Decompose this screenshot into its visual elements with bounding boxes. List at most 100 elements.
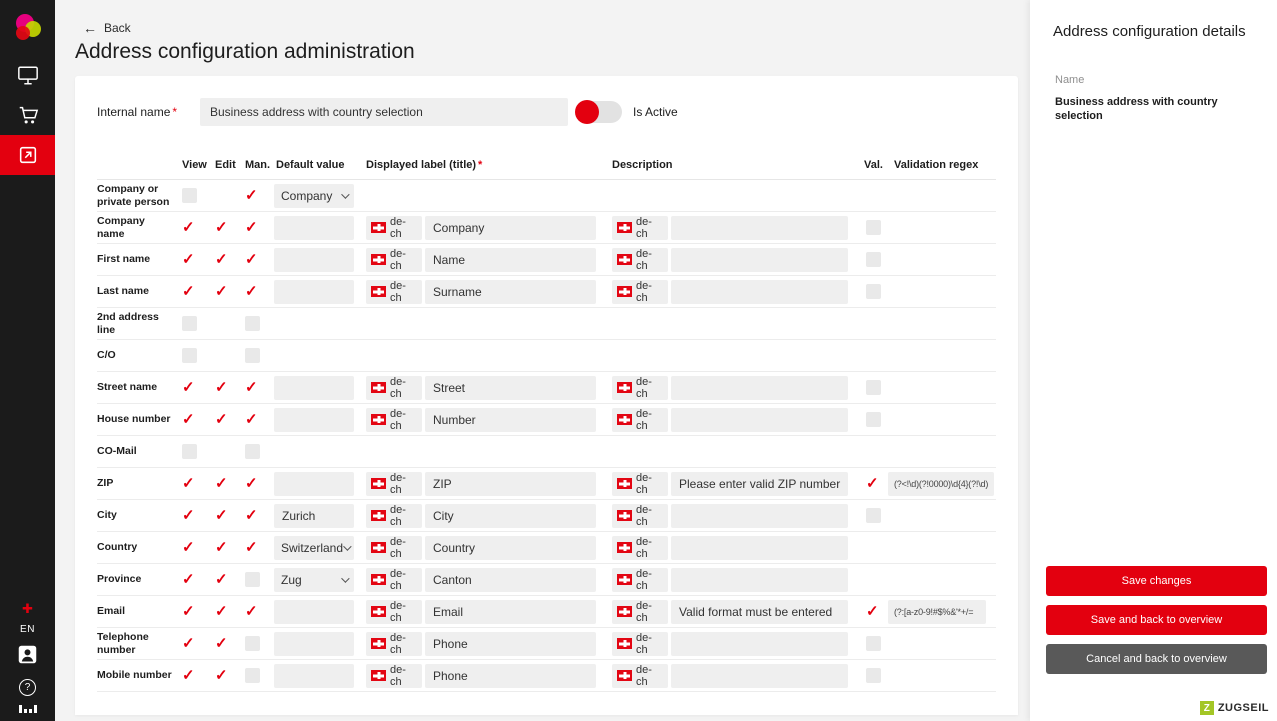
displayed-label-input[interactable]: Surname <box>425 279 596 304</box>
edit-checkmark-icon[interactable]: ✓ <box>215 252 228 267</box>
val-checkbox[interactable] <box>866 220 881 235</box>
validation-regex-input[interactable]: (?:[a-z0-9!#$%&'*+/= <box>888 599 986 624</box>
view-checkmark-icon[interactable]: ✓ <box>182 636 195 651</box>
view-checkmark-icon[interactable]: ✓ <box>182 540 195 555</box>
description-input[interactable] <box>671 279 848 304</box>
view-checkmark-icon[interactable]: ✓ <box>182 476 195 491</box>
man-checkmark-icon[interactable]: ✓ <box>245 412 258 427</box>
view-checkmark-icon[interactable]: ✓ <box>182 284 195 299</box>
edit-checkmark-icon[interactable]: ✓ <box>215 508 228 523</box>
displayed-label-input[interactable]: City <box>425 503 596 528</box>
man-checkbox[interactable] <box>245 636 260 651</box>
view-checkmark-icon[interactable]: ✓ <box>182 508 195 523</box>
default-value-input[interactable] <box>274 215 354 240</box>
man-checkmark-icon[interactable]: ✓ <box>245 604 258 619</box>
man-checkbox[interactable] <box>245 572 260 587</box>
sidebar-item-desktop[interactable] <box>0 55 55 95</box>
val-checkmark-icon[interactable]: ✓ <box>866 476 879 491</box>
val-checkbox[interactable] <box>866 636 881 651</box>
view-checkmark-icon[interactable]: ✓ <box>182 572 195 587</box>
displayed-label-input[interactable]: Country <box>425 535 596 560</box>
description-input[interactable] <box>671 247 848 272</box>
man-checkbox[interactable] <box>245 316 260 331</box>
edit-checkmark-icon[interactable]: ✓ <box>215 668 228 683</box>
val-checkbox[interactable] <box>866 412 881 427</box>
displayed-label-input[interactable]: Phone <box>425 663 596 688</box>
edit-checkmark-icon[interactable]: ✓ <box>215 604 228 619</box>
displayed-label-input[interactable]: Number <box>425 407 596 432</box>
default-value-input[interactable] <box>274 247 354 272</box>
view-checkmark-icon[interactable]: ✓ <box>182 220 195 235</box>
val-checkbox[interactable] <box>866 508 881 523</box>
man-checkmark-icon[interactable]: ✓ <box>245 188 258 203</box>
default-value-input[interactable] <box>274 471 354 496</box>
internal-name-input[interactable]: Business address with country selection <box>200 98 568 126</box>
default-value-input[interactable] <box>274 407 354 432</box>
sidebar-item-admin-active[interactable] <box>0 135 55 175</box>
val-checkbox[interactable] <box>866 284 881 299</box>
description-input[interactable] <box>671 407 848 432</box>
displayed-label-input[interactable]: Email <box>425 599 596 624</box>
man-checkbox[interactable] <box>245 444 260 459</box>
man-checkmark-icon[interactable]: ✓ <box>245 476 258 491</box>
description-input[interactable]: Please enter valid ZIP number <box>671 471 848 496</box>
description-input[interactable] <box>671 631 848 656</box>
default-value-input[interactable] <box>274 375 354 400</box>
cancel-back-button[interactable]: Cancel and back to overview <box>1046 644 1267 674</box>
man-checkmark-icon[interactable]: ✓ <box>245 220 258 235</box>
description-input[interactable] <box>671 663 848 688</box>
sidebar-item-shop[interactable] <box>0 95 55 135</box>
view-checkmark-icon[interactable]: ✓ <box>182 668 195 683</box>
description-input[interactable] <box>671 503 848 528</box>
displayed-label-input[interactable]: Company <box>425 215 596 240</box>
description-input[interactable] <box>671 567 848 592</box>
default-value-select[interactable]: Company <box>274 183 354 208</box>
default-value-input[interactable]: Zurich <box>274 503 354 528</box>
description-input[interactable] <box>671 215 848 240</box>
default-value-input[interactable] <box>274 631 354 656</box>
default-value-select[interactable]: Switzerland <box>274 535 354 560</box>
view-checkbox[interactable] <box>182 444 197 459</box>
displayed-label-input[interactable]: Name <box>425 247 596 272</box>
view-checkbox[interactable] <box>182 188 197 203</box>
man-checkmark-icon[interactable]: ✓ <box>245 380 258 395</box>
app-logo[interactable] <box>0 0 55 55</box>
man-checkmark-icon[interactable]: ✓ <box>245 508 258 523</box>
view-checkmark-icon[interactable]: ✓ <box>182 252 195 267</box>
val-checkbox[interactable] <box>866 252 881 267</box>
edit-checkmark-icon[interactable]: ✓ <box>215 380 228 395</box>
man-checkmark-icon[interactable]: ✓ <box>245 252 258 267</box>
back-link[interactable]: ← Back <box>83 20 131 36</box>
description-input[interactable] <box>671 375 848 400</box>
displayed-label-input[interactable]: Phone <box>425 631 596 656</box>
help-icon[interactable]: ? <box>19 679 36 696</box>
displayed-label-input[interactable]: Canton <box>425 567 596 592</box>
language-label[interactable]: EN <box>20 624 35 635</box>
default-value-select[interactable]: Zug <box>274 567 354 592</box>
val-checkbox[interactable] <box>866 380 881 395</box>
displayed-label-input[interactable]: ZIP <box>425 471 596 496</box>
default-value-input[interactable] <box>274 599 354 624</box>
edit-checkmark-icon[interactable]: ✓ <box>215 476 228 491</box>
edit-checkmark-icon[interactable]: ✓ <box>215 540 228 555</box>
view-checkbox[interactable] <box>182 348 197 363</box>
val-checkmark-icon[interactable]: ✓ <box>866 604 879 619</box>
man-checkmark-icon[interactable]: ✓ <box>245 540 258 555</box>
val-checkbox[interactable] <box>866 668 881 683</box>
displayed-label-input[interactable]: Street <box>425 375 596 400</box>
description-input[interactable]: Valid format must be entered <box>671 599 848 624</box>
is-active-toggle[interactable] <box>575 100 622 124</box>
view-checkbox[interactable] <box>182 316 197 331</box>
man-checkmark-icon[interactable]: ✓ <box>245 284 258 299</box>
man-checkbox[interactable] <box>245 348 260 363</box>
man-checkbox[interactable] <box>245 668 260 683</box>
edit-checkmark-icon[interactable]: ✓ <box>215 636 228 651</box>
edit-checkmark-icon[interactable]: ✓ <box>215 412 228 427</box>
apps-icon[interactable] <box>18 705 37 713</box>
view-checkmark-icon[interactable]: ✓ <box>182 604 195 619</box>
edit-checkmark-icon[interactable]: ✓ <box>215 284 228 299</box>
save-changes-button[interactable]: Save changes <box>1046 566 1267 596</box>
edit-checkmark-icon[interactable]: ✓ <box>215 572 228 587</box>
default-value-input[interactable] <box>274 279 354 304</box>
save-back-button[interactable]: Save and back to overview <box>1046 605 1267 635</box>
